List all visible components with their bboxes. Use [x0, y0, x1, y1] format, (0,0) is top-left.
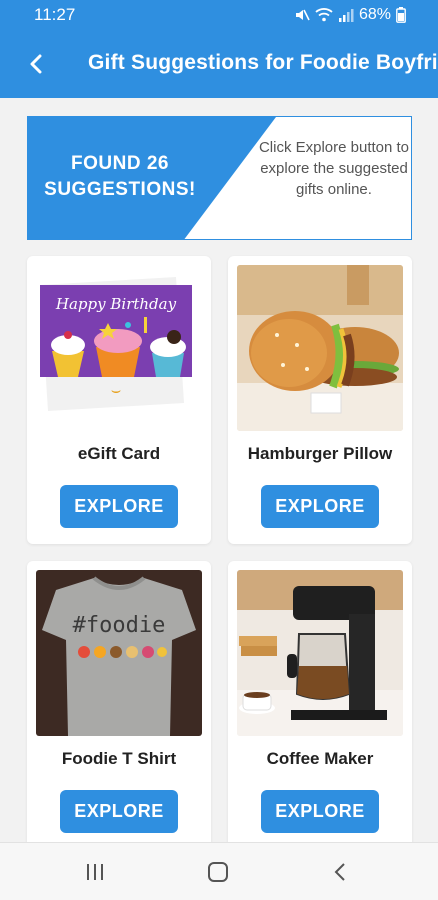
explore-button[interactable]: EXPLORE: [261, 790, 379, 833]
explore-button[interactable]: EXPLORE: [60, 790, 178, 833]
battery-icon: [396, 7, 406, 23]
hamburger-pillow-image: [237, 265, 403, 431]
suggestions-count-line1: FOUND 26: [71, 153, 169, 174]
recents-button[interactable]: [75, 857, 115, 887]
chevron-left-icon: [30, 54, 42, 74]
suggestions-count-line2: SUGGESTIONS!: [44, 179, 196, 200]
gift-name: Hamburger Pillow: [247, 444, 393, 463]
page-title: Gift Suggestions for Foodie Boyfriend: [88, 51, 438, 74]
egift-image-text: Happy Birthday: [55, 295, 177, 313]
system-nav-bar: [0, 842, 438, 900]
status-icons: 68%: [294, 5, 406, 25]
suggestions-banner: FOUND 26 SUGGESTIONS! Click Explore butt…: [27, 116, 412, 240]
foodie-tshirt-image: #foodie: [36, 570, 202, 736]
recents-icon: [87, 864, 103, 880]
back-button[interactable]: [16, 44, 56, 84]
battery-percent: 68%: [358, 6, 391, 23]
gift-name: Coffee Maker: [266, 749, 374, 768]
birthday-egift-card-image: Happy Birthday ⌣: [36, 265, 202, 431]
nav-back-button[interactable]: [320, 857, 360, 887]
wifi-icon: [315, 7, 333, 23]
svg-text:⌣: ⌣: [111, 380, 122, 399]
gift-card-foodie-tshirt: #foodie Foodie T Shirt EXPLORE: [27, 561, 211, 849]
app-bar: Gift Suggestions for Foodie Boyfriend: [0, 30, 438, 98]
gift-card-hamburger-pillow: Hamburger Pillow EXPLORE: [228, 256, 412, 544]
gift-card-coffee-maker: Coffee Maker EXPLORE: [228, 561, 412, 849]
gift-name: eGift Card: [77, 444, 161, 463]
gift-card-egift: Happy Birthday ⌣ eGift Card EXPLORE: [27, 256, 211, 544]
home-icon: [208, 862, 228, 882]
home-button[interactable]: [198, 857, 238, 887]
banner-hint: Click Explore button to explore the sugg…: [258, 139, 410, 198]
back-icon: [334, 863, 345, 881]
coffee-maker-image: [237, 570, 403, 736]
status-time: 11:27: [34, 5, 76, 24]
explore-button[interactable]: EXPLORE: [60, 485, 178, 528]
signal-icon: [338, 7, 354, 23]
tshirt-image-text: #foodie: [73, 613, 166, 638]
suggestions-count: FOUND 26 SUGGESTIONS!: [34, 151, 206, 203]
status-bar: 11:27 68%: [0, 0, 438, 30]
gift-name: Foodie T Shirt: [61, 749, 177, 768]
explore-button[interactable]: EXPLORE: [261, 485, 379, 528]
mute-icon: [294, 7, 310, 23]
